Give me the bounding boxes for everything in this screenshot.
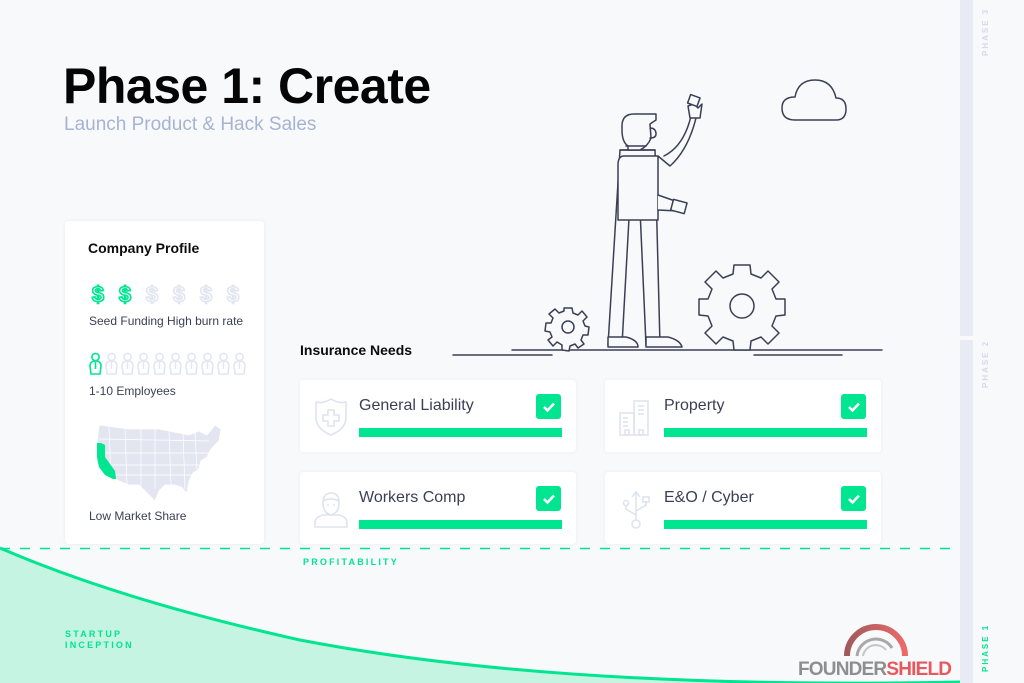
check-icon bbox=[542, 402, 555, 412]
svg-text:$: $ bbox=[92, 283, 104, 305]
usb-icon bbox=[622, 490, 650, 529]
svg-text:$: $ bbox=[200, 283, 212, 305]
employee-rating bbox=[88, 352, 247, 376]
small-gear-icon bbox=[544, 307, 590, 352]
person-icon bbox=[89, 352, 102, 375]
profitability-threshold-line bbox=[0, 547, 960, 550]
phase-1-2-bar[interactable] bbox=[960, 340, 973, 683]
person-icon bbox=[217, 352, 230, 375]
checkbox-checked[interactable] bbox=[536, 486, 561, 511]
coverage-progress-bar bbox=[359, 428, 562, 437]
logo-arc-icon bbox=[844, 624, 908, 657]
us-map-icon bbox=[96, 424, 222, 502]
dollar-icon: $ bbox=[172, 283, 186, 305]
startup-label-line2: INCEPTION bbox=[65, 640, 134, 650]
phase-1-label[interactable]: PHASE 1 bbox=[981, 624, 990, 672]
check-icon bbox=[847, 402, 860, 412]
coverage-progress-bar bbox=[359, 520, 562, 529]
svg-text:$: $ bbox=[227, 283, 239, 305]
dollar-icon: $ bbox=[199, 283, 213, 305]
dollar-icon: $ bbox=[91, 283, 105, 305]
logo-founder-text: FOUNDER bbox=[798, 659, 887, 680]
startup-inception-label: STARTUP INCEPTION bbox=[65, 629, 134, 651]
market-share-label: Low Market Share bbox=[89, 509, 187, 523]
person-with-gears-illustration bbox=[452, 79, 883, 356]
checkbox-checked[interactable] bbox=[841, 486, 866, 511]
phase-3-bar[interactable] bbox=[960, 0, 973, 336]
logo-text: FOUNDERSHIELD bbox=[798, 659, 952, 681]
cloud-icon bbox=[781, 79, 847, 121]
company-profile-card: Company Profile $ $ $ $ $ $ Seed Funding High… bbox=[65, 221, 264, 544]
person-icon bbox=[169, 352, 182, 375]
progress-fill bbox=[359, 520, 562, 529]
coverage-progress-bar bbox=[664, 520, 867, 529]
progress-fill bbox=[359, 428, 562, 437]
funding-rating: $ $ $ $ $ $ bbox=[88, 283, 243, 305]
svg-text:$: $ bbox=[173, 283, 185, 305]
phase-2-label[interactable]: PHASE 2 bbox=[981, 340, 990, 388]
svg-text:$: $ bbox=[119, 283, 131, 305]
check-icon bbox=[542, 494, 555, 504]
foundershield-logo: FOUNDERSHIELD bbox=[798, 622, 954, 682]
insurance-needs-title: Insurance Needs bbox=[300, 342, 413, 358]
insurance-label: General Liability bbox=[359, 397, 474, 414]
company-profile-title: Company Profile bbox=[88, 240, 200, 256]
insurance-card-property[interactable]: Property bbox=[605, 380, 881, 452]
progress-fill bbox=[664, 428, 867, 437]
page-title: Phase 1: Create bbox=[63, 58, 431, 114]
shield-plus-icon bbox=[315, 398, 347, 436]
person-icon bbox=[201, 352, 214, 375]
insurance-label: E&O / Cyber bbox=[664, 489, 754, 506]
svg-text:$: $ bbox=[146, 283, 158, 305]
worker-icon bbox=[314, 492, 348, 528]
startup-label-line1: STARTUP bbox=[65, 629, 123, 639]
page-subtitle: Launch Product & Hack Sales bbox=[64, 114, 317, 135]
sticky-note-icon bbox=[686, 93, 701, 108]
person-icon bbox=[185, 352, 198, 375]
check-icon bbox=[847, 494, 860, 504]
insurance-card-eo-cyber[interactable]: E&O / Cyber bbox=[605, 472, 881, 544]
person-figure bbox=[607, 93, 703, 348]
profitability-label: PROFITABILITY bbox=[303, 557, 399, 567]
insurance-label: Workers Comp bbox=[359, 489, 466, 506]
person-icon bbox=[137, 352, 150, 375]
employees-label: 1-10 Employees bbox=[89, 384, 176, 398]
dollar-icon: $ bbox=[118, 283, 132, 305]
person-icon bbox=[121, 352, 134, 375]
person-icon bbox=[233, 352, 246, 375]
insurance-card-workers-comp[interactable]: Workers Comp bbox=[300, 472, 576, 544]
phase-3-label[interactable]: PHASE 3 bbox=[981, 8, 990, 56]
person-icon bbox=[105, 352, 118, 375]
building-icon bbox=[619, 400, 649, 436]
dollar-icon: $ bbox=[226, 283, 240, 305]
dollar-icon: $ bbox=[145, 283, 159, 305]
insurance-label: Property bbox=[664, 397, 725, 414]
funding-label: Seed Funding High burn rate bbox=[89, 314, 244, 328]
person-icon bbox=[153, 352, 166, 375]
coverage-progress-bar bbox=[664, 428, 867, 437]
progress-fill bbox=[664, 520, 867, 529]
checkbox-checked[interactable] bbox=[536, 394, 561, 419]
checkbox-checked[interactable] bbox=[841, 394, 866, 419]
insurance-card-general-liability[interactable]: General Liability bbox=[300, 380, 576, 452]
large-gear-icon bbox=[698, 264, 786, 351]
logo-shield-text: SHIELD bbox=[886, 659, 952, 680]
